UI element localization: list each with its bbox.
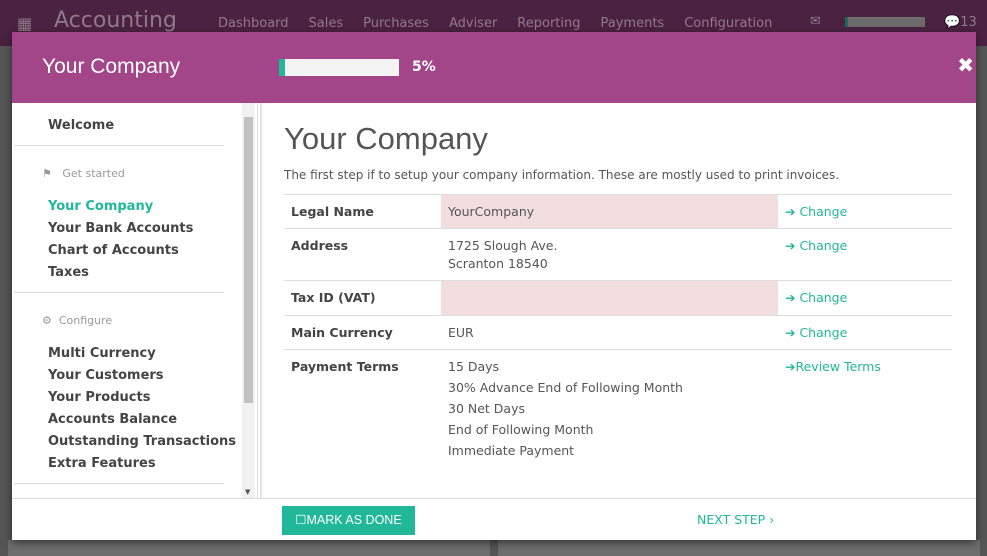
change-address-link[interactable]: ➔ Change xyxy=(778,228,952,281)
review-terms-link[interactable]: ➔Review Terms xyxy=(778,349,952,473)
mark-as-done-button[interactable]: ☐MARK AS DONE xyxy=(282,506,415,535)
table-row: Address 1725 Slough Ave. Scranton 18540 ➔ C… xyxy=(284,228,952,281)
change-legal-name-link[interactable]: ➔ Change xyxy=(778,194,952,229)
menu-payments[interactable]: Payments xyxy=(601,16,665,31)
chevron-right-icon: › xyxy=(769,512,775,527)
sidebar-item-accounts-balance[interactable]: Accounts Balance xyxy=(48,412,177,427)
change-currency-link[interactable]: ➔ Change xyxy=(778,315,952,350)
apps-grid-icon[interactable]: ▦ xyxy=(17,14,32,33)
link-label: Review Terms xyxy=(795,359,881,374)
page-description: The first step if to setup your company … xyxy=(284,168,840,182)
progress-label: 5% xyxy=(412,59,436,75)
flag-icon: ⚑ xyxy=(42,167,52,180)
table-row: Legal Name YourCompany ➔ Change xyxy=(284,194,952,229)
modal-footer: ☐MARK AS DONE NEXT STEP › xyxy=(12,498,976,540)
address-line1: 1725 Slough Ave. xyxy=(448,238,558,253)
sidebar-item-multi-currency[interactable]: Multi Currency xyxy=(48,346,156,361)
scrollbar-thumb[interactable] xyxy=(244,117,253,403)
menu-configuration[interactable]: Configuration xyxy=(684,16,772,31)
address-value: 1725 Slough Ave. Scranton 18540 xyxy=(441,228,778,281)
menu-reporting[interactable]: Reporting xyxy=(517,16,580,31)
background-panel xyxy=(498,540,980,556)
chat-count: 13 xyxy=(960,15,977,30)
background-panel xyxy=(8,540,490,556)
checkbox-icon: ☐ xyxy=(295,513,307,527)
sidebar-item-extra-features[interactable]: Extra Features xyxy=(48,456,156,471)
button-label: MARK AS DONE xyxy=(306,513,402,527)
table-row: Main Currency EUR ➔ Change xyxy=(284,315,952,350)
divider xyxy=(14,483,224,484)
gear-icon: ⚙ xyxy=(42,314,52,327)
user-menu[interactable] xyxy=(845,17,925,27)
link-label: Change xyxy=(799,325,848,340)
section-configure: ⚙ Configure xyxy=(42,314,112,327)
progress-bar xyxy=(279,59,399,76)
button-label: NEXT STEP xyxy=(697,512,766,527)
setup-modal: Your Company 5% ✖ Welcome ⚑ Get started … xyxy=(12,32,976,540)
section-label: Configure xyxy=(58,314,113,327)
table-row: Payment Terms 15 Days 30% Advance End of… xyxy=(284,349,952,473)
sidebar-item-taxes[interactable]: Taxes xyxy=(48,265,89,280)
menu-sales[interactable]: Sales xyxy=(309,16,344,31)
link-label: Change xyxy=(799,238,848,253)
change-tax-id-link[interactable]: ➔ Change xyxy=(778,280,952,316)
menu-purchases[interactable]: Purchases xyxy=(363,16,429,31)
sidebar-item-your-company[interactable]: Your Company xyxy=(48,199,153,214)
menu-adviser[interactable]: Adviser xyxy=(449,16,497,31)
row-label: Tax ID (VAT) xyxy=(284,280,441,316)
legal-name-value: YourCompany xyxy=(441,194,778,229)
row-label: Legal Name xyxy=(284,194,441,229)
currency-value: EUR xyxy=(441,315,778,350)
divider xyxy=(14,292,224,293)
section-get-started: ⚑ Get started xyxy=(42,167,125,180)
row-label: Payment Terms xyxy=(284,349,441,473)
tax-id-value xyxy=(441,280,778,316)
row-label: Main Currency xyxy=(284,315,441,350)
sidebar-item-bank-accounts[interactable]: Your Bank Accounts xyxy=(48,221,193,236)
scroll-down-icon[interactable]: ▼ xyxy=(245,488,250,496)
next-step-button[interactable]: NEXT STEP › xyxy=(697,512,774,527)
mail-icon[interactable]: ✉ xyxy=(810,14,821,29)
progress-fill xyxy=(279,59,285,76)
company-info-table: Legal Name YourCompany ➔ Change Address 172… xyxy=(284,194,952,473)
close-icon[interactable]: ✖ xyxy=(957,53,974,77)
modal-header: Your Company 5% ✖ xyxy=(12,32,976,103)
sidebar-item-customers[interactable]: Your Customers xyxy=(48,368,164,383)
sidebar-item-welcome[interactable]: Welcome xyxy=(48,118,114,133)
table-row: Tax ID (VAT) ➔ Change xyxy=(284,280,952,316)
chat-icon[interactable]: 💬13 xyxy=(944,15,977,30)
content-pane: Your Company The first step if to setup … xyxy=(260,103,976,498)
sidebar-item-products[interactable]: Your Products xyxy=(48,390,150,405)
section-label: Get started xyxy=(62,167,125,180)
payment-term: Immediate Payment xyxy=(448,443,575,458)
payment-terms-list: 15 Days 30% Advance End of Following Mon… xyxy=(441,349,778,473)
address-line2: Scranton 18540 xyxy=(448,256,548,271)
modal-title: Your Company xyxy=(42,55,181,78)
sidebar-item-chart-of-accounts[interactable]: Chart of Accounts xyxy=(48,243,179,258)
link-label: Change xyxy=(799,290,848,305)
page-title: Your Company xyxy=(284,121,488,156)
sidebar-scrollbar[interactable]: ▼ xyxy=(242,103,255,498)
sidebar-item-outstanding-transactions[interactable]: Outstanding Transactions xyxy=(48,434,236,449)
link-label: Change xyxy=(799,204,848,219)
menu-dashboard[interactable]: Dashboard xyxy=(218,16,289,31)
app-name: Accounting xyxy=(54,8,177,33)
divider xyxy=(14,145,224,146)
row-label: Address xyxy=(284,228,441,281)
sidebar: Welcome ⚑ Get started Your Company Your … xyxy=(12,103,258,498)
